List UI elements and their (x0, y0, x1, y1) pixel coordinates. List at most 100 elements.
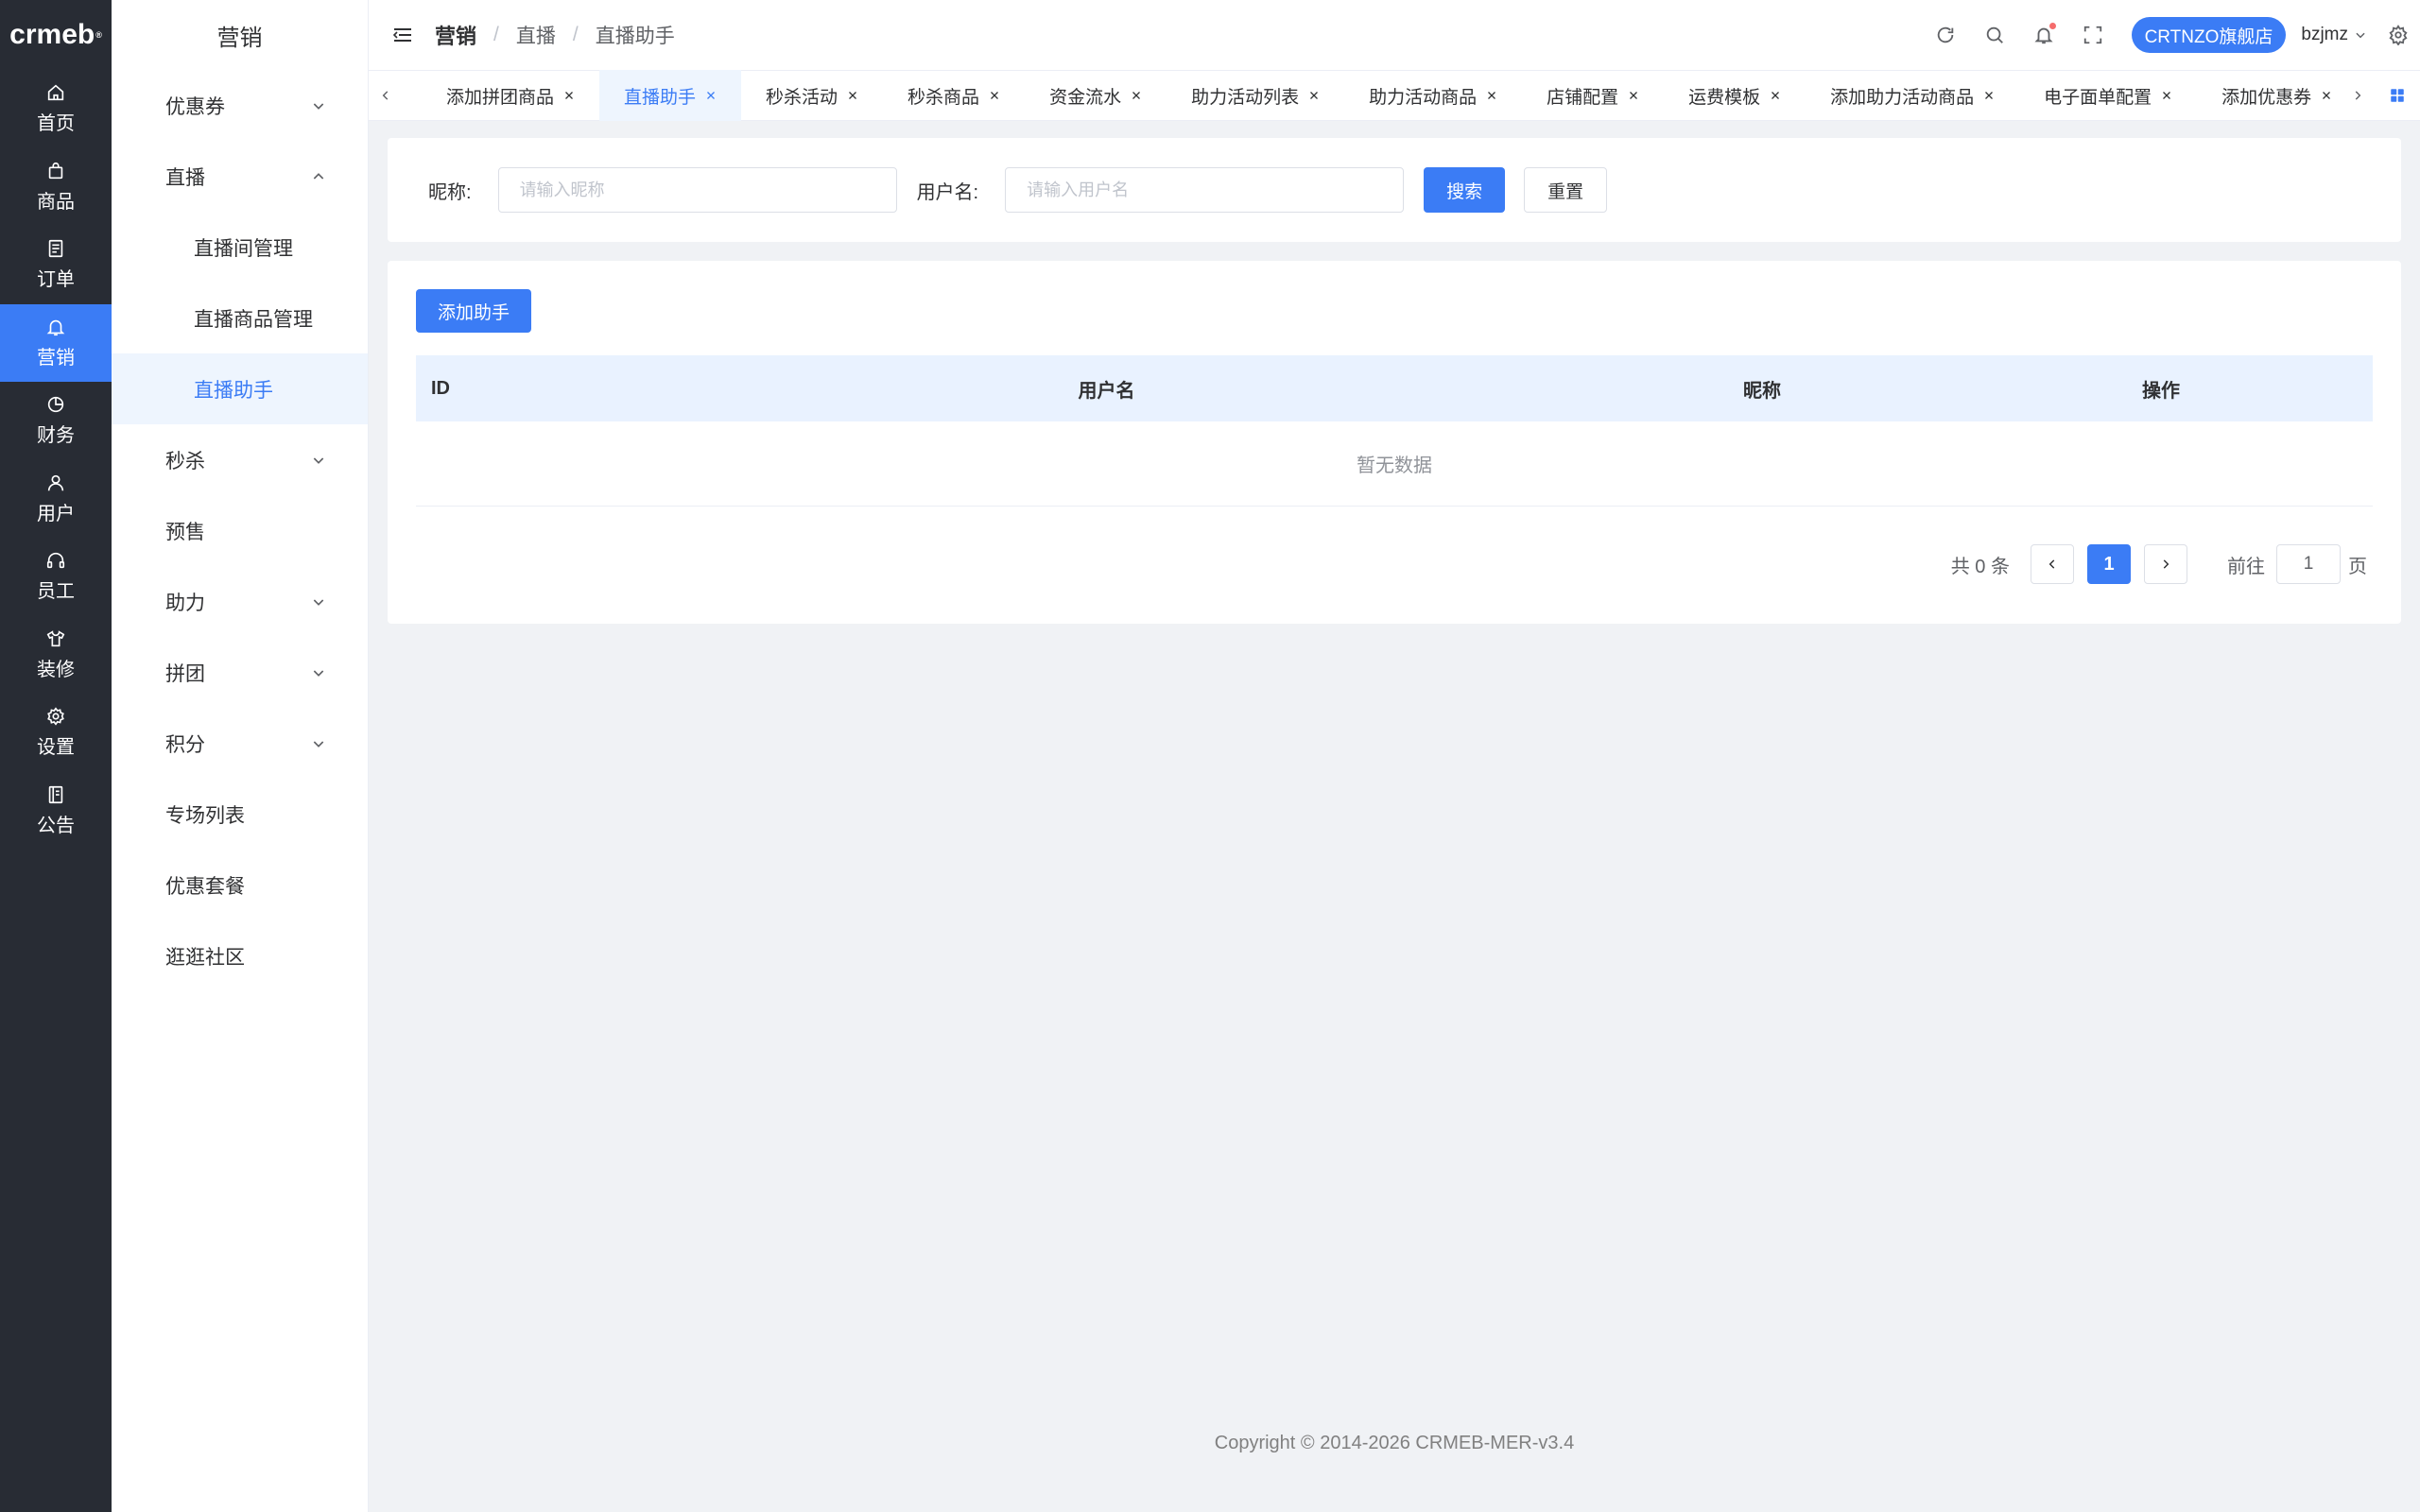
rail-item[interactable]: 商品 (0, 148, 112, 227)
fullscreen-icon[interactable] (2083, 25, 2103, 45)
tag-tab-label: 店铺配置 (1547, 87, 1619, 108)
subnav-item[interactable]: 优惠套餐 (112, 850, 368, 920)
pagination: 共 0 条 1 前往 页 (416, 544, 2373, 584)
close-icon[interactable] (2161, 90, 2172, 101)
pagination-page-current[interactable]: 1 (2087, 544, 2131, 584)
close-icon[interactable] (563, 90, 575, 101)
tag-tab[interactable]: 秒杀商品 (883, 70, 1025, 121)
shirt-icon (46, 629, 65, 646)
close-icon[interactable] (705, 90, 717, 101)
rail-item-label: 首页 (37, 113, 75, 135)
user-menu[interactable]: bzjmz (2301, 25, 2367, 45)
subnav-item[interactable]: 拼团 (112, 637, 368, 708)
rail-item[interactable]: 财务 (0, 382, 112, 460)
subnav-item-label: 拼团 (165, 662, 205, 685)
pagination-total: 共 0 条 (1950, 556, 2010, 577)
tags-scroll-right[interactable] (2341, 70, 2375, 121)
brand-logo[interactable]: crmeb ® (0, 0, 112, 70)
settings-gear-icon[interactable] (2388, 25, 2409, 45)
pagination-prev-button[interactable] (2031, 544, 2074, 584)
add-assistant-button[interactable]: 添加助手 (416, 289, 532, 333)
rail-item[interactable]: 用户 (0, 460, 112, 539)
tag-tab[interactable]: 添加拼团商品 (422, 70, 599, 121)
subnav-item[interactable]: 直播助手 (112, 353, 368, 424)
close-icon[interactable] (847, 90, 858, 101)
nickname-input[interactable] (497, 167, 897, 213)
pagination-next-button[interactable] (2144, 544, 2187, 584)
tag-tab[interactable]: 助力活动列表 (1167, 70, 1344, 121)
rail-item[interactable]: 首页 (0, 70, 112, 148)
breadcrumb-item[interactable]: 营销 (435, 20, 476, 50)
tag-tab[interactable]: 直播助手 (599, 70, 742, 121)
subnav-item[interactable]: 直播 (112, 141, 368, 212)
grid-icon (2391, 89, 2404, 102)
rail-item[interactable]: 公告 (0, 772, 112, 850)
username-input[interactable] (1005, 167, 1405, 213)
subnav-item-label: 优惠券 (165, 95, 225, 118)
tag-tab[interactable]: 添加优惠券 (2197, 70, 2341, 121)
store-switch-button[interactable]: CRTNZO旗舰店 (2131, 17, 2287, 53)
subnav-item[interactable]: 专场列表 (112, 779, 368, 850)
rail-item[interactable]: 设置 (0, 694, 112, 772)
bell-icon (46, 319, 65, 335)
rail-item[interactable]: 装修 (0, 616, 112, 695)
reset-button[interactable]: 重置 (1524, 167, 1608, 213)
pagination-goto-input[interactable] (2276, 544, 2341, 584)
subnav-item[interactable]: 助力 (112, 566, 368, 637)
rail-item[interactable]: 订单 (0, 226, 112, 304)
tag-tab[interactable]: 店铺配置 (1522, 70, 1664, 121)
rail-item-label: 营销 (37, 347, 75, 369)
chevron-down-icon (313, 598, 324, 606)
subnav-title: 营销 (216, 25, 263, 51)
rail-item-label: 财务 (37, 425, 75, 447)
chevron-right-icon (2355, 91, 2361, 100)
rail-item[interactable]: 员工 (0, 538, 112, 616)
tags-scroll-left[interactable] (369, 70, 403, 121)
subnav-item-label: 秒杀 (165, 450, 205, 472)
header-actions: CRTNZO旗舰店 bzjmz (1935, 0, 2420, 70)
close-icon[interactable] (989, 90, 1000, 101)
refresh-icon[interactable] (1935, 25, 1956, 45)
close-icon[interactable] (1308, 90, 1320, 101)
close-icon[interactable] (1486, 90, 1497, 101)
chevron-down-icon (313, 669, 324, 677)
tag-tab[interactable]: 添加助力活动商品 (1806, 70, 2019, 121)
search-icon[interactable] (1984, 25, 2005, 45)
tag-tab[interactable]: 秒杀活动 (741, 70, 883, 121)
close-icon[interactable] (1131, 90, 1142, 101)
rail-item[interactable]: 营销 (0, 303, 112, 382)
search-button[interactable]: 搜索 (1424, 167, 1506, 213)
close-icon[interactable] (1628, 90, 1639, 101)
rail-item-label: 公告 (37, 815, 75, 836)
tag-tab[interactable]: 运费模板 (1664, 70, 1806, 121)
assistant-table-panel: 添加助手 ID 用户名 昵称 操作 暂无数据 共 0 条 1 前往 页 (388, 261, 2401, 624)
subnav-item[interactable]: 直播间管理 (112, 212, 368, 283)
gear-icon (47, 707, 64, 726)
subnav-item[interactable]: 直播商品管理 (112, 283, 368, 353)
close-icon[interactable] (1770, 90, 1781, 101)
notification-icon[interactable] (2033, 23, 2056, 45)
tag-tab-label: 助力活动商品 (1369, 87, 1478, 108)
tags-menu-button[interactable] (2375, 87, 2420, 104)
footer-copyright: Copyright © 2014-2026 CRMEB-MER-v3.4 (1214, 1433, 1575, 1453)
column-header-actions: 操作 (2142, 380, 2180, 402)
tag-tab[interactable]: 电子面单配置 (2019, 70, 2197, 121)
tag-tab-label: 助力活动列表 (1191, 87, 1300, 108)
subnav-item[interactable]: 秒杀 (112, 424, 368, 495)
rail-item-label: 用户 (37, 503, 75, 524)
tag-tab[interactable]: 助力活动商品 (1344, 70, 1522, 121)
top-header: 营销 / 直播 / 直播助手 CRTNZO旗舰店 bzjmz (369, 0, 2420, 70)
subnav-item[interactable]: 优惠券 (112, 70, 368, 141)
subnav-item[interactable]: 预售 (112, 495, 368, 566)
breadcrumb-item[interactable]: 直播 (516, 21, 556, 49)
column-header-nickname: 昵称 (1743, 380, 1781, 402)
chevron-down-icon (2356, 32, 2365, 39)
subnav-item[interactable]: 积分 (112, 708, 368, 779)
close-icon[interactable] (2321, 90, 2332, 101)
subnav-item[interactable]: 逛逛社区 (112, 920, 368, 991)
rail-item-label: 员工 (37, 581, 75, 603)
tag-tab[interactable]: 资金流水 (1025, 70, 1167, 121)
secondary-sidebar: 营销 优惠券直播 直播间管理 直播商品管理 直播助手秒杀预售 助力拼团积分 专场列表 优惠套… (112, 0, 369, 1512)
close-icon[interactable] (1983, 90, 1995, 101)
menu-collapse-icon[interactable] (391, 24, 414, 46)
